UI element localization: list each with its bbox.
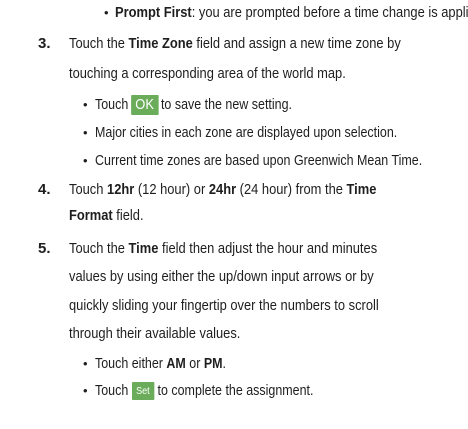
am-label: AM <box>166 356 186 372</box>
step-4-line-1: Touch 12hr (12 hour) or 24hr (24 hour) f… <box>69 180 376 200</box>
option-12hr: 12hr <box>107 181 135 198</box>
bullet-dot: • <box>83 125 88 140</box>
step-5-line-2: values by using either the up/down input… <box>69 268 374 285</box>
step-4-text: (12 hour) or <box>134 181 209 198</box>
sub-text: Touch either <box>95 356 167 372</box>
step-3-number: 3. <box>38 35 51 52</box>
step-4-text: field. <box>112 207 144 224</box>
time-zone-field-label: Time Zone <box>128 35 193 52</box>
sub-text: or <box>185 356 204 372</box>
time-format-field-label: Time <box>346 181 377 198</box>
step-3-line-2: touching a corresponding area of the wor… <box>69 65 346 82</box>
sub-text: . <box>222 356 227 372</box>
manual-page: • Prompt First: you are prompted before … <box>0 0 468 429</box>
step-4-line-2: Format field. <box>69 206 144 226</box>
set-button: Set <box>131 382 155 401</box>
step-5-line-1: Touch the Time field then adjust the hou… <box>69 239 377 259</box>
bullet-dot: • <box>104 5 109 20</box>
step-5-text: field then adjust the hour and minutes <box>158 240 378 257</box>
step-3-line-1: Touch the Time Zone field and assign a n… <box>69 34 401 54</box>
pm-label: PM <box>203 356 223 372</box>
time-field-label: Time <box>128 240 159 257</box>
time-format-field-label: Format <box>69 207 113 224</box>
step-3-text: Touch the <box>69 35 129 52</box>
prompt-first-item: Prompt First: you are prompted before a … <box>115 3 468 23</box>
step-5-number: 5. <box>38 240 51 257</box>
bullet-dot: • <box>83 383 88 398</box>
step-5-sub-1: Touch either AM or PM. <box>95 354 226 374</box>
step-4-text: Touch <box>69 181 108 198</box>
step-5-line-4: through their available values. <box>69 325 241 342</box>
ok-button: OK <box>130 95 159 116</box>
step-3-sub-1: Touch OK to save the new setting. <box>95 95 292 116</box>
sub-text: Touch <box>95 97 129 113</box>
step-5-sub-2: Touch Set to complete the assignment. <box>95 381 313 401</box>
step-4-number: 4. <box>38 181 51 198</box>
bullet-dot: • <box>83 153 88 168</box>
prompt-first-term: Prompt First <box>115 4 192 21</box>
step-5-text: Touch the <box>69 240 129 257</box>
prompt-first-text: : you are prompted before a time change … <box>191 4 468 21</box>
step-3-text: field and assign a new time zone by <box>192 35 401 52</box>
sub-text: Touch <box>95 383 129 399</box>
option-24hr: 24hr <box>208 181 237 198</box>
step-3-sub-3: Current time zones are based upon Greenw… <box>95 153 423 169</box>
bullet-dot: • <box>83 97 88 112</box>
sub-text: to save the new setting. <box>160 97 292 113</box>
bullet-dot: • <box>83 356 88 371</box>
step-4-text: (24 hour) from the <box>236 181 347 198</box>
step-5-line-3: quickly sliding your fingertip over the … <box>69 297 379 314</box>
step-3-sub-2: Major cities in each zone are displayed … <box>95 125 398 141</box>
sub-text: to complete the assignment. <box>157 383 314 399</box>
